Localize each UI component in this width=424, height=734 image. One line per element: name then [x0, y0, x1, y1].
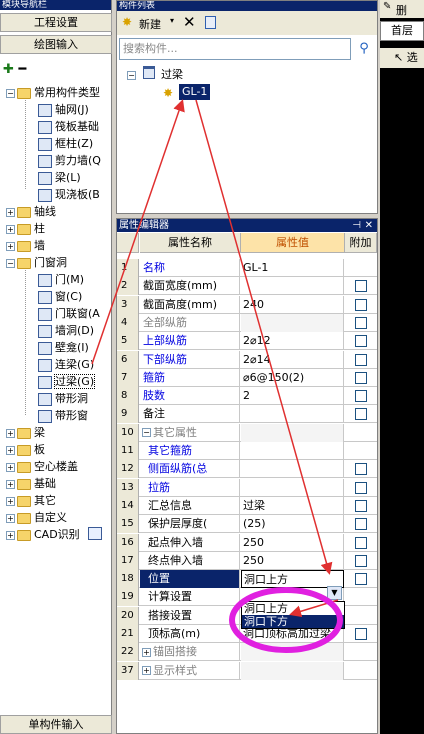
arrow-lintel-to-component [91, 99, 185, 365]
arrow-component-to-position [195, 99, 333, 575]
annotation-overlay [91, 99, 343, 653]
highlight-circle [229, 587, 343, 653]
